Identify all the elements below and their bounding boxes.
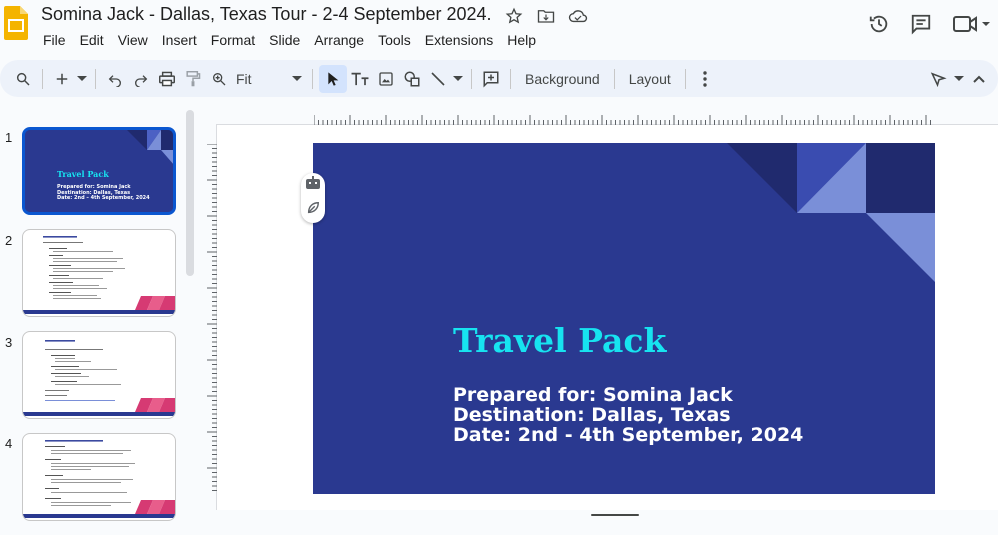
- toolbar-divider: [510, 68, 511, 89]
- menu-extensions[interactable]: Extensions: [418, 31, 500, 49]
- menu-tools[interactable]: Tools: [371, 31, 418, 49]
- speaker-notes-drag-handle[interactable]: [591, 514, 639, 516]
- zoom-select[interactable]: Fit: [232, 71, 306, 87]
- destination-line: Destination: Dallas, Texas: [453, 404, 731, 426]
- slide-thumbnail-4-graphic: [23, 440, 175, 518]
- line-dropdown-icon[interactable]: [451, 65, 465, 93]
- thumbnail-text: Prepared for: Somina Jack Destination: D…: [57, 184, 150, 201]
- date-line: Date: 2nd - 4th September, 2024: [453, 424, 804, 446]
- insert-image-icon[interactable]: [373, 65, 399, 93]
- paint-format-icon[interactable]: [180, 65, 206, 93]
- print-icon[interactable]: [154, 65, 180, 93]
- title-bar: Somina Jack - Dallas, Texas Tour - 2-4 S…: [0, 0, 998, 58]
- layout-button[interactable]: Layout: [621, 65, 679, 93]
- toolbar-divider: [471, 68, 472, 89]
- gemini-assistant-icon[interactable]: [305, 176, 321, 195]
- slide-canvas[interactable]: Travel Pack Prepared for: Somina Jack De…: [313, 143, 935, 494]
- slide-number: 2: [5, 233, 13, 248]
- pen-tool-icon[interactable]: [926, 65, 952, 93]
- slides-logo-icon[interactable]: [3, 5, 29, 41]
- pen-dropdown-icon[interactable]: [952, 65, 966, 93]
- version-history-icon[interactable]: [868, 10, 890, 38]
- menu-slide[interactable]: Slide: [262, 31, 307, 49]
- menu-view[interactable]: View: [111, 31, 155, 49]
- comments-icon[interactable]: [910, 10, 932, 38]
- filmstrip-scrollbar[interactable]: [186, 110, 194, 276]
- menu-file[interactable]: File: [36, 31, 73, 49]
- insert-comment-icon[interactable]: [478, 65, 504, 93]
- prepared-for-line: Prepared for: Somina Jack: [453, 384, 733, 406]
- move-to-folder-icon[interactable]: [535, 6, 557, 26]
- slide-thumbnail-4[interactable]: [22, 433, 176, 521]
- toolbar-divider: [95, 68, 96, 89]
- document-title[interactable]: Somina Jack - Dallas, Texas Tour - 2-4 S…: [41, 4, 492, 25]
- select-cursor-icon[interactable]: [319, 64, 347, 93]
- leaf-eco-icon[interactable]: [306, 201, 320, 220]
- side-tools-panel: [301, 173, 325, 223]
- line-icon[interactable]: [425, 65, 451, 93]
- search-menus-icon[interactable]: [10, 65, 36, 93]
- slide-subtitle[interactable]: Prepared for: Somina Jack Destination: D…: [453, 385, 803, 445]
- filmstrip-panel: 1 Travel Pack Prepared for: Somina Jack …: [0, 100, 198, 535]
- slide-number: 3: [5, 335, 13, 350]
- slide-title[interactable]: Travel Pack: [453, 321, 666, 360]
- redo-icon[interactable]: [128, 65, 154, 93]
- menu-format[interactable]: Format: [204, 31, 262, 49]
- menu-help[interactable]: Help: [500, 31, 543, 49]
- menu-bar: File Edit View Insert Format Slide Arran…: [36, 31, 543, 49]
- menu-insert[interactable]: Insert: [155, 31, 204, 49]
- text-box-icon[interactable]: [347, 65, 373, 93]
- new-slide-icon[interactable]: [49, 65, 75, 93]
- toolbar-divider: [312, 68, 313, 89]
- undo-icon[interactable]: [102, 65, 128, 93]
- slide-thumbnail-3-graphic: [23, 340, 175, 416]
- toolbar-divider: [42, 68, 43, 89]
- zoom-value: Fit: [236, 70, 252, 87]
- menu-edit[interactable]: Edit: [73, 31, 111, 49]
- horizontal-ruler[interactable]: [314, 113, 938, 125]
- slide-number: 4: [5, 436, 13, 451]
- slide-thumbnail-2-graphic: [23, 236, 175, 314]
- slide-thumbnail-2[interactable]: [22, 229, 176, 317]
- more-options-icon[interactable]: [692, 65, 718, 93]
- collapse-menus-icon[interactable]: [966, 65, 992, 93]
- slide-thumbnail-3[interactable]: [22, 331, 176, 419]
- new-slide-dropdown-icon[interactable]: [75, 65, 89, 93]
- background-button[interactable]: Background: [517, 65, 608, 93]
- slide-number: 1: [5, 130, 13, 145]
- shape-icon[interactable]: [399, 65, 425, 93]
- cloud-saved-icon[interactable]: [567, 6, 589, 26]
- toolbar-divider: [684, 68, 686, 89]
- star-icon[interactable]: [503, 6, 525, 26]
- toolbar: Fit Background Layout: [0, 60, 998, 97]
- toolbar-divider: [613, 68, 615, 89]
- chevron-down-icon: [292, 75, 302, 81]
- zoom-icon[interactable]: [206, 65, 232, 93]
- vertical-ruler[interactable]: [207, 144, 217, 496]
- slide-thumbnail-1[interactable]: Travel Pack Prepared for: Somina Jack De…: [22, 127, 176, 215]
- thumbnail-title: Travel Pack: [57, 169, 109, 179]
- meet-call-icon[interactable]: [952, 10, 990, 38]
- menu-arrange[interactable]: Arrange: [307, 31, 371, 49]
